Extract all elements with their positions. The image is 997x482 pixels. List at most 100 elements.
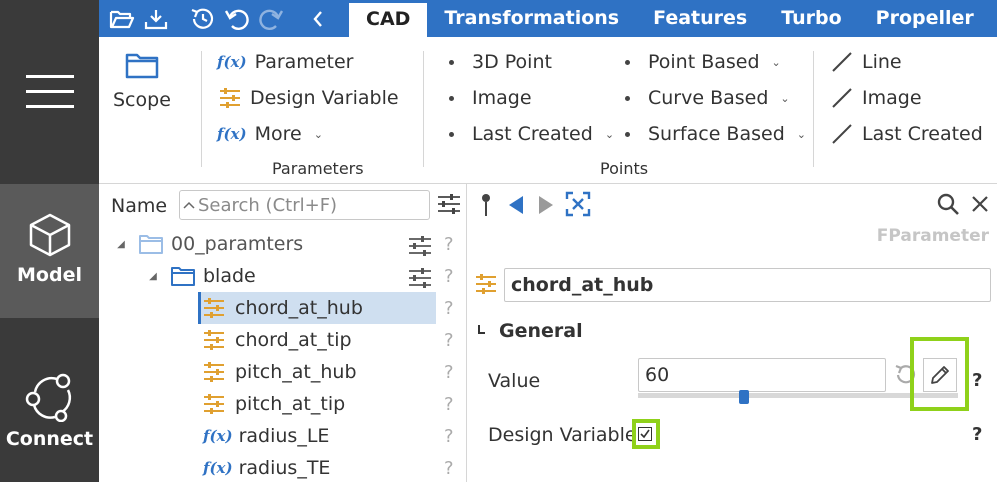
help-icon[interactable]: ? (444, 362, 454, 383)
tree-filter-button[interactable] (437, 192, 461, 220)
chevron-down-icon: ⌄ (771, 55, 781, 69)
tree-item-radius-te[interactable]: f(x) radius_TE (203, 452, 330, 482)
value-slider-thumb[interactable] (738, 390, 749, 404)
name-column-header[interactable]: Name (111, 195, 167, 217)
undo-icon (224, 9, 249, 31)
pin-button[interactable] (478, 192, 494, 218)
design-variable-label: Design Variable (250, 87, 399, 109)
tree-folder-label: 00_paramters (171, 233, 304, 255)
sliders-icon (409, 268, 431, 288)
design-variable-icon (204, 362, 224, 382)
bullet-icon (625, 95, 630, 101)
object-name-field[interactable]: chord_at_hub (504, 268, 991, 302)
tree-item-pitch-at-tip[interactable]: pitch_at_tip (203, 388, 345, 420)
help-icon[interactable]: ? (444, 234, 454, 255)
close-icon (972, 196, 988, 212)
collapse-corner-icon (478, 324, 485, 334)
parameters-group-label: Parameters (272, 159, 364, 178)
curve-based-dropdown[interactable]: Curve Based ⌄ (625, 87, 790, 109)
import-button[interactable] (141, 4, 171, 34)
point-last-created-dropdown[interactable]: Last Created ⌄ (449, 123, 614, 145)
sliders-icon (409, 236, 431, 256)
design-variable-button[interactable]: Design Variable (219, 87, 399, 109)
cube-icon (29, 213, 70, 257)
line-icon (832, 52, 852, 72)
surface-based-dropdown[interactable]: Surface Based ⌄ (625, 123, 806, 145)
undo-button[interactable] (222, 4, 252, 34)
help-icon[interactable]: ? (444, 266, 454, 287)
design-variable-label: Design Variable (488, 424, 637, 446)
tab-turbo[interactable]: Turbo (764, 0, 858, 37)
help-icon[interactable]: ? (972, 424, 982, 445)
line-last-created-dropdown[interactable]: Last Created ⌄ (831, 123, 997, 145)
point-based-dropdown[interactable]: Point Based ⌄ (625, 51, 781, 73)
scope-button[interactable]: Scope (113, 51, 171, 111)
tree-search (179, 190, 430, 220)
line-image-button[interactable]: Image (831, 87, 922, 109)
previous-button[interactable] (504, 192, 528, 218)
tree-item-label: pitch_at_tip (235, 393, 346, 415)
line-image-label: Image (862, 87, 922, 109)
triangle-right-icon (539, 196, 553, 214)
help-icon[interactable]: ? (972, 370, 982, 391)
rail-model-button[interactable]: Model (0, 184, 99, 318)
point-image-button[interactable]: Image (449, 87, 532, 109)
folder-parameters-button[interactable] (408, 235, 432, 261)
help-icon[interactable]: ? (444, 426, 454, 447)
connect-nodes-icon (25, 373, 71, 422)
help-icon[interactable]: ? (444, 394, 454, 415)
surface-based-label: Surface Based (648, 123, 785, 145)
checkbox-highlight (632, 419, 660, 449)
next-button[interactable] (534, 192, 558, 218)
triangle-left-icon (509, 196, 523, 214)
sliders-icon (438, 194, 460, 214)
hamburger-menu-button[interactable] (0, 0, 99, 184)
folder-parameters-button[interactable] (408, 267, 432, 293)
search-button[interactable] (934, 190, 962, 218)
collapse-triangle-icon[interactable]: ◢ (143, 271, 163, 282)
tree-item-label: chord_at_tip (235, 329, 352, 351)
design-variable-icon (220, 88, 240, 108)
tree-item-chord-at-tip[interactable]: chord_at_tip (203, 324, 352, 356)
tree-item-pitch-at-hub[interactable]: pitch_at_hub (203, 356, 357, 388)
back-button[interactable] (303, 4, 333, 34)
ribbon-separator (423, 51, 424, 167)
search-input[interactable] (198, 194, 418, 216)
tree-folder-root[interactable]: ◢ 00_paramters (111, 228, 303, 260)
function-icon: f(x) (203, 459, 233, 477)
ribbon-separator (201, 51, 202, 167)
collapse-triangle-icon[interactable]: ◢ (111, 239, 131, 250)
line-icon (832, 88, 852, 108)
object-type-label: FParameter (876, 226, 989, 246)
fit-selection-button[interactable] (564, 190, 592, 218)
folder-icon (125, 53, 159, 79)
point-3d-button[interactable]: 3D Point (449, 51, 552, 73)
top-bar: CAD Transformations Features Turbo Prope… (99, 0, 997, 37)
ribbon-tabs: CAD Transformations Features Turbo Prope… (349, 0, 991, 37)
help-icon[interactable]: ? (444, 330, 454, 351)
redo-button[interactable] (256, 4, 286, 34)
focus-arrows-icon (565, 191, 591, 217)
general-section-header[interactable]: General (478, 320, 583, 342)
open-file-button[interactable] (107, 4, 137, 34)
scope-label: Scope (113, 89, 171, 111)
value-input[interactable]: 60 (638, 358, 886, 392)
history-button[interactable] (187, 4, 217, 34)
curve-based-label: Curve Based (648, 87, 769, 109)
tree-folder-blade[interactable]: ◢ blade (143, 260, 256, 292)
close-button[interactable] (966, 190, 994, 218)
rail-connect-button[interactable]: Connect (0, 348, 99, 482)
parameter-button[interactable]: f(x) Parameter (217, 51, 353, 73)
chevron-up-icon[interactable] (180, 198, 198, 212)
tab-cad[interactable]: CAD (349, 3, 428, 37)
tab-features[interactable]: Features (636, 0, 764, 37)
tab-propeller[interactable]: Propeller (859, 0, 991, 37)
tab-transformations[interactable]: Transformations (427, 0, 636, 37)
help-icon[interactable]: ? (444, 298, 454, 319)
function-icon: f(x) (217, 125, 247, 143)
line-button[interactable]: Line (831, 51, 902, 73)
tree-item-chord-at-hub[interactable]: chord_at_hub (198, 292, 436, 324)
help-icon[interactable]: ? (444, 458, 454, 479)
more-parameters-dropdown[interactable]: f(x) More ⌄ (217, 123, 323, 145)
tree-item-radius-le[interactable]: f(x) radius_LE (203, 420, 329, 452)
